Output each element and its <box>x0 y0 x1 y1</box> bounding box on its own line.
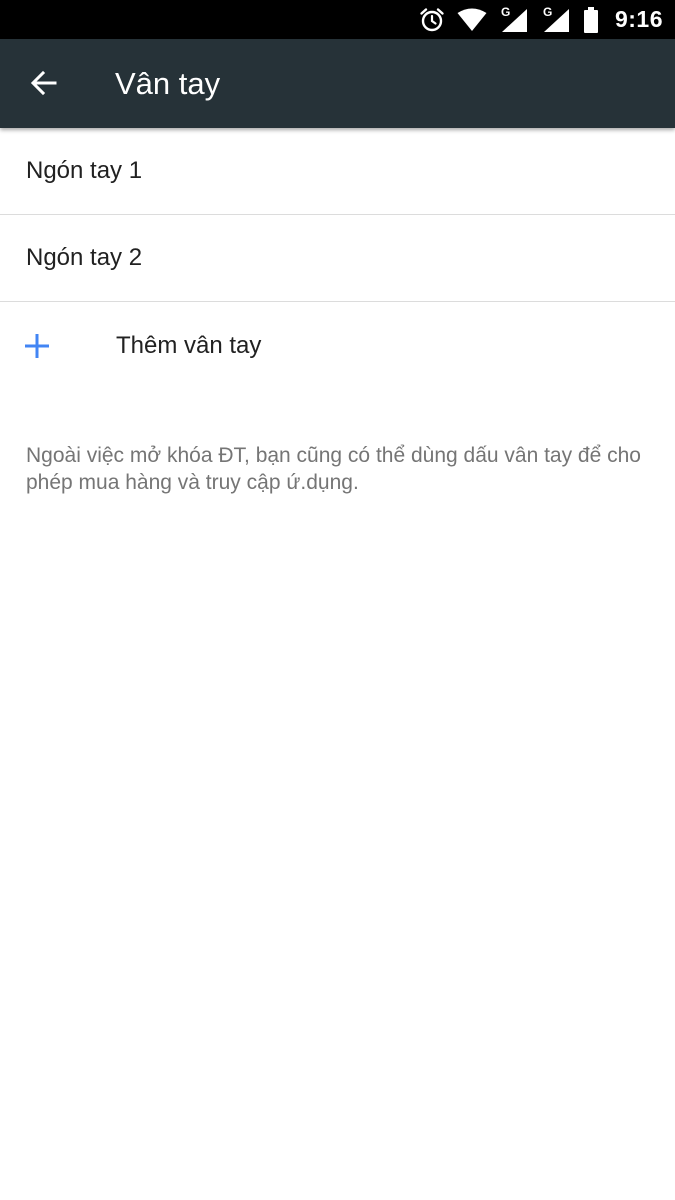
fingerprint-info-text: Ngoài việc mở khóa ĐT, bạn cũng có thể d… <box>26 444 641 494</box>
app-bar: Vân tay <box>0 39 675 128</box>
add-fingerprint-button[interactable]: Thêm vân tay <box>0 302 675 390</box>
page-title: Vân tay <box>115 66 221 101</box>
plus-icon <box>24 333 50 359</box>
status-bar: G G 9:16 <box>0 0 675 39</box>
status-icons: G G 9:16 <box>419 0 663 39</box>
add-fingerprint-label: Thêm vân tay <box>116 332 262 359</box>
fingerprint-item-2[interactable]: Ngón tay 2 <box>0 215 675 302</box>
back-button[interactable] <box>20 61 68 109</box>
signal-g-icon: G <box>541 4 571 33</box>
fingerprint-item-label: Ngón tay 1 <box>26 157 143 184</box>
fingerprint-list: Ngón tay 1 Ngón tay 2 Thêm vân tay Ngoài… <box>0 128 675 494</box>
wifi-icon <box>457 8 487 32</box>
fingerprint-item-1[interactable]: Ngón tay 1 <box>0 128 675 215</box>
fingerprint-item-label: Ngón tay 2 <box>26 244 143 271</box>
status-time: 9:16 <box>614 6 663 32</box>
network-type-label: G <box>500 4 511 19</box>
alarm-icon <box>419 7 445 33</box>
signal-g-icon: G <box>499 4 529 33</box>
arrow-left-icon <box>30 69 58 102</box>
battery-icon <box>583 6 599 33</box>
network-type-label: G <box>542 4 553 19</box>
